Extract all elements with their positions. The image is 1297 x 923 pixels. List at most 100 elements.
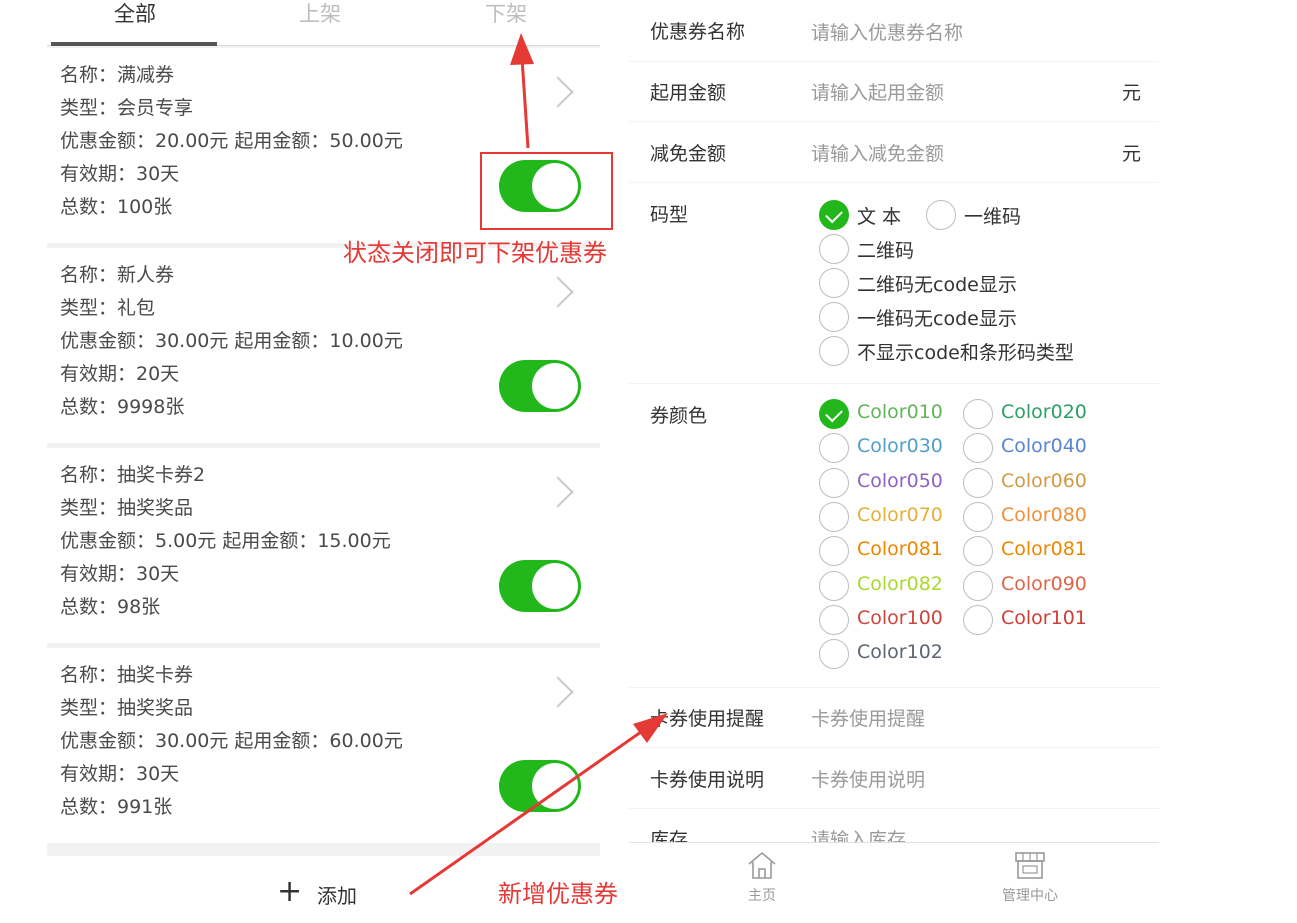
nav-home[interactable]: 主页 — [702, 843, 822, 923]
coupon-name-row: 优惠券名称 请输入优惠券名称 — [629, 0, 1159, 61]
color-option-label: Color050 — [857, 469, 943, 492]
code-type-row: 码型 文 本 一维码 二维码 二维码无code显示 一维码无code显示 不显示… — [629, 183, 1159, 383]
toggle-knob — [532, 563, 578, 609]
coupon-validity: 有效期：30天 — [60, 563, 180, 585]
coupon-name-input[interactable]: 请输入优惠券名称 — [811, 18, 963, 45]
coupon-card[interactable]: 名称：抽奖卡券 类型：抽奖奖品 优惠金额：30.00元 起用金额：60.00元 … — [47, 648, 600, 843]
nav-manage-label: 管理中心 — [1002, 888, 1058, 904]
radio-icon — [819, 604, 849, 635]
status-toggle[interactable] — [499, 760, 581, 812]
coupon-amount: 优惠金额：30.00元 起用金额：10.00元 — [60, 330, 403, 352]
usage-description-row: 卡券使用说明 卡券使用说明 — [629, 748, 1159, 808]
nav-manage[interactable]: 管理中心 — [970, 843, 1090, 923]
add-annotation: 新增优惠券 — [498, 880, 618, 908]
chevron-right-icon[interactable] — [542, 76, 574, 108]
code-type-label: 码型 — [650, 204, 689, 226]
radio-icon — [819, 639, 849, 670]
coupon-name: 名称：抽奖卡券 — [60, 664, 194, 686]
color-option-label: Color100 — [857, 606, 943, 629]
coupon-type: 类型：抽奖奖品 — [60, 497, 194, 519]
coupon-form-panel: 优惠券名称 请输入优惠券名称 起用金额 请输入起用金额 元 减免金额 请输入减免… — [629, 0, 1159, 923]
radio-icon — [819, 302, 849, 332]
active-tab-indicator — [51, 42, 217, 46]
store-icon — [1015, 852, 1045, 879]
start-amount-label: 起用金额 — [650, 82, 727, 104]
coupon-total: 总数：991张 — [60, 796, 173, 818]
add-label: 添加 — [317, 884, 357, 908]
color-option-label: Color070 — [857, 503, 943, 526]
reduce-amount-row: 减免金额 请输入减免金额 元 — [629, 122, 1159, 182]
coupon-list-panel: 全部 上架 下架 名称：满减券 类型：会员专享 优惠金额：20.00元 起用金额… — [47, 0, 600, 923]
toggle-knob — [532, 363, 578, 409]
usage-reminder-row: 卡券使用提醒 卡券使用提醒 — [629, 688, 1159, 747]
tab-on-shelf[interactable]: 上架 — [272, 0, 368, 32]
coupon-name-label: 优惠券名称 — [650, 21, 746, 43]
usage-reminder-label: 卡券使用提醒 — [650, 708, 765, 730]
check-icon — [819, 200, 849, 230]
color-option-label: Color102 — [857, 641, 943, 664]
toggle-knob — [532, 763, 578, 809]
radio-icon — [819, 501, 849, 532]
stock-label: 库存 — [650, 829, 689, 843]
bottom-nav: 主页 管理中心 — [629, 842, 1159, 923]
coupon-name: 名称：抽奖卡券2 — [60, 464, 206, 486]
home-icon — [748, 851, 776, 879]
color-option-label: Color020 — [1001, 401, 1087, 423]
color-option-label: Color090 — [1001, 572, 1087, 595]
radio-icon — [963, 501, 993, 532]
color-option-label: Color081 — [857, 538, 943, 561]
color-option-label: Color081 — [1001, 538, 1087, 561]
code-option-label: 一维码无code显示 — [857, 308, 1017, 330]
coupon-validity: 有效期：30天 — [60, 163, 180, 185]
start-amount-input[interactable]: 请输入起用金额 — [811, 78, 944, 105]
radio-icon — [819, 570, 849, 601]
start-amount-row: 起用金额 请输入起用金额 元 — [629, 62, 1159, 121]
tab-off-shelf[interactable]: 下架 — [458, 0, 554, 32]
tab-all[interactable]: 全部 — [87, 0, 183, 32]
coupon-validity: 有效期：20天 — [60, 363, 180, 385]
radio-icon — [819, 234, 849, 264]
usage-description-label: 卡券使用说明 — [650, 769, 765, 791]
color-option-label: Color060 — [1001, 469, 1087, 492]
coupon-color-label: 券颜色 — [650, 405, 708, 427]
coupon-name: 名称：新人券 — [60, 264, 175, 286]
coupon-type: 类型：礼包 — [60, 297, 156, 319]
code-option-label: 不显示code和条形码类型 — [857, 342, 1074, 364]
color-option-label: Color080 — [1001, 503, 1087, 526]
reduce-amount-label: 减免金额 — [650, 143, 727, 165]
radio-icon — [963, 433, 993, 464]
coupon-type: 类型：会员专享 — [60, 97, 194, 119]
radio-icon — [963, 467, 993, 498]
toggle-highlight-box — [480, 152, 613, 230]
coupon-card[interactable]: 名称：新人券 类型：礼包 优惠金额：30.00元 起用金额：10.00元 有效期… — [47, 248, 600, 443]
reduce-amount-input[interactable]: 请输入减免金额 — [811, 139, 944, 166]
coupon-name: 名称：满减券 — [60, 64, 175, 86]
chevron-right-icon[interactable] — [542, 276, 574, 308]
stock-input[interactable]: 请输入库存 — [811, 825, 906, 843]
coupon-color-row: 券颜色 Color010 Color020 Color030 Color040 Colo… — [629, 384, 1159, 687]
coupon-total: 总数：9998张 — [60, 396, 185, 418]
coupon-card[interactable]: 名称：抽奖卡券2 类型：抽奖奖品 优惠金额：5.00元 起用金额：15.00元 … — [47, 448, 600, 643]
chevron-right-icon[interactable] — [542, 476, 574, 508]
status-toggle[interactable] — [499, 360, 581, 412]
radio-icon — [819, 467, 849, 498]
color-option-label: Color082 — [857, 572, 943, 595]
check-icon — [819, 399, 849, 429]
coupon-amount: 优惠金额：5.00元 起用金额：15.00元 — [60, 530, 391, 552]
status-toggle[interactable] — [499, 560, 581, 612]
radio-icon — [819, 268, 849, 298]
status-tabs: 全部 上架 下架 — [47, 0, 600, 46]
radio-icon — [819, 536, 849, 567]
nav-home-label: 主页 — [748, 888, 776, 904]
radio-icon — [819, 433, 849, 464]
coupon-type: 类型：抽奖奖品 — [60, 697, 194, 719]
radio-icon — [963, 399, 993, 429]
radio-icon — [926, 200, 956, 230]
toggle-annotation: 状态关闭即可下架优惠券 — [343, 239, 607, 267]
usage-reminder-input[interactable]: 卡券使用提醒 — [811, 704, 925, 731]
usage-description-input[interactable]: 卡券使用说明 — [811, 765, 925, 792]
chevron-right-icon[interactable] — [542, 676, 574, 708]
coupon-amount: 优惠金额：30.00元 起用金额：60.00元 — [60, 730, 403, 752]
color-option-label: Color010 — [857, 401, 943, 423]
code-option-label: 文 本 — [857, 206, 902, 228]
